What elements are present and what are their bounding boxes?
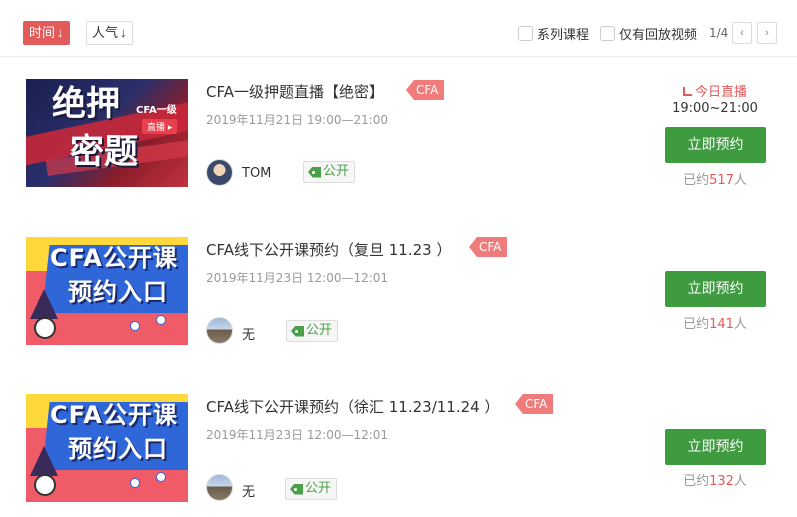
public-badge: 公开 — [286, 320, 339, 342]
booked-prefix: 已约 — [683, 317, 710, 332]
booked-suffix: 人 — [733, 317, 747, 332]
paw-decoration — [130, 478, 140, 488]
public-badge-label: 公开 — [305, 481, 332, 496]
paw-decoration — [156, 315, 166, 325]
hat-decoration — [30, 289, 58, 319]
public-badge: 公开 — [285, 478, 338, 500]
course-title[interactable]: CFA线下公开课预约（徐汇 11.23/11.24 ） — [206, 396, 499, 417]
thumbnail-live-badge: 直播 ▸ — [142, 119, 178, 134]
tag-icon — [308, 166, 321, 178]
live-signal-icon — [682, 87, 692, 96]
chevron-left-icon: ‹ — [740, 27, 744, 39]
cat-decoration — [34, 317, 56, 339]
booked-prefix: 已约 — [683, 474, 710, 489]
thumbnail-text: 绝押 — [52, 84, 120, 124]
booked-number: 517 — [709, 173, 734, 188]
cat-decoration — [34, 474, 56, 496]
course-thumbnail[interactable]: CFA公开课 预约入口 — [26, 237, 188, 345]
paw-decoration — [156, 472, 166, 482]
next-page-button[interactable]: › — [757, 22, 777, 44]
public-badge-label: 公开 — [306, 323, 333, 338]
series-course-checkbox[interactable]: 系列课程 — [518, 24, 590, 43]
series-course-label: 系列课程 — [537, 27, 590, 43]
course-title[interactable]: CFA线下公开课预约（复旦 11.23 ） — [206, 239, 451, 260]
booked-suffix: 人 — [733, 474, 747, 489]
teacher-avatar — [206, 317, 233, 344]
replay-only-label: 仅有回放视频 — [619, 27, 698, 43]
booked-count: 已约517人 — [664, 169, 766, 188]
course-date: 2019年11月23日 12:00—12:01 — [206, 428, 389, 442]
thumbnail-text: CFA公开课 — [50, 401, 178, 429]
checkbox-icon[interactable] — [518, 25, 533, 41]
thumbnail-subtitle: CFA一级 — [136, 105, 177, 116]
book-now-button[interactable]: 立即预约 — [665, 127, 766, 163]
live-today-label: 今日直播 — [670, 81, 760, 100]
teacher-name: 无 — [242, 485, 256, 500]
teacher-avatar — [206, 159, 233, 186]
sort-by-time-button[interactable]: 时间 ↓ — [23, 21, 70, 45]
chevron-right-icon: › — [765, 27, 769, 39]
thumbnail-text: 密题 — [70, 132, 138, 172]
arrow-down-icon: ↓ — [57, 25, 64, 40]
course-date: 2019年11月23日 12:00—12:01 — [206, 271, 389, 285]
booked-count: 已约141人 — [664, 313, 766, 332]
paw-decoration — [130, 321, 140, 331]
arrow-down-icon: ↓ — [120, 25, 127, 40]
teacher-name: 无 — [242, 328, 256, 343]
thumbnail-text: CFA公开课 — [50, 244, 178, 272]
category-tag: CFA — [406, 80, 445, 100]
sort-by-popularity-label: 人气 — [92, 25, 119, 40]
replay-only-checkbox[interactable]: 仅有回放视频 — [600, 24, 698, 43]
booked-number: 132 — [709, 474, 734, 489]
filter-toolbar: 时间 ↓ 人气 ↓ 系列课程 仅有回放视频 1/4 ‹ › — [0, 0, 797, 57]
teacher-avatar — [206, 474, 233, 501]
tag-icon — [291, 325, 304, 337]
prev-page-button[interactable]: ‹ — [732, 22, 752, 44]
hat-decoration — [30, 446, 58, 476]
live-today-text: 今日直播 — [694, 85, 747, 100]
book-now-button[interactable]: 立即预约 — [665, 271, 766, 307]
page-indicator: 1/4 — [709, 26, 729, 40]
course-title[interactable]: CFA一级押题直播【绝密】 — [206, 81, 384, 102]
booked-count: 已约132人 — [664, 470, 766, 489]
course-item: 绝押 密题 CFA一级 直播 ▸ CFA一级押题直播【绝密】 CFA 2019年… — [0, 57, 797, 207]
sort-by-popularity-button[interactable]: 人气 ↓ — [86, 21, 133, 45]
sort-by-time-label: 时间 — [29, 25, 56, 40]
course-thumbnail[interactable]: 绝押 密题 CFA一级 直播 ▸ — [26, 79, 188, 187]
course-item: CFA公开课 预约入口 CFA线下公开课预约（徐汇 11.23/11.24 ） … — [0, 372, 797, 517]
course-item: CFA公开课 预约入口 CFA线下公开课预约（复旦 11.23 ） CFA 20… — [0, 215, 797, 365]
course-date: 2019年11月21日 19:00—21:00 — [206, 113, 389, 127]
category-tag: CFA — [515, 394, 554, 414]
tag-icon — [290, 483, 303, 495]
category-tag: CFA — [469, 237, 508, 257]
checkbox-icon[interactable] — [600, 25, 615, 41]
booked-prefix: 已约 — [683, 173, 710, 188]
book-now-button[interactable]: 立即预约 — [665, 429, 766, 465]
booked-number: 141 — [709, 317, 734, 332]
live-time: 19:00~21:00 — [672, 101, 758, 116]
booked-suffix: 人 — [733, 173, 747, 188]
course-thumbnail[interactable]: CFA公开课 预约入口 — [26, 394, 188, 502]
thumbnail-text: 预约入口 — [68, 435, 168, 463]
public-badge: 公开 — [303, 161, 356, 183]
teacher-name: TOM — [242, 166, 272, 181]
thumbnail-text: 预约入口 — [68, 278, 168, 306]
public-badge-label: 公开 — [323, 164, 350, 179]
